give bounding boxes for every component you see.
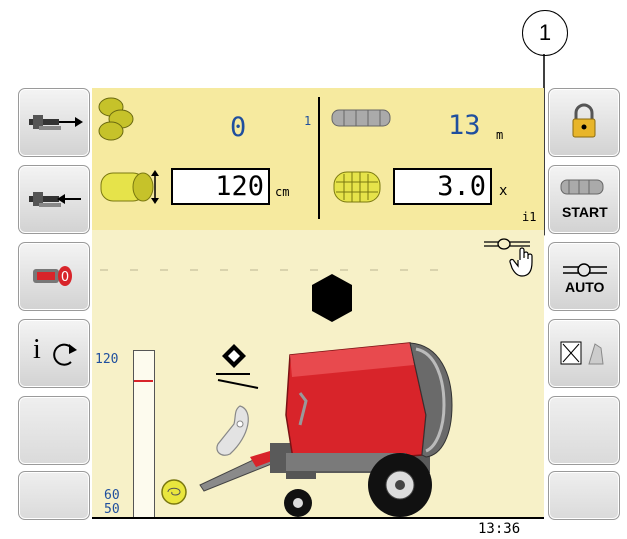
net-wrap-icon (333, 171, 381, 203)
reverse-button[interactable] (18, 165, 90, 234)
knot-icon (563, 263, 607, 277)
bale-count-icon (98, 97, 134, 141)
net-start-button[interactable]: START (548, 165, 620, 234)
refresh-icon (53, 343, 77, 366)
bale-start-icon (161, 479, 187, 505)
sensor-cancel-icon (560, 341, 604, 365)
left-empty-button-2[interactable] (18, 471, 90, 520)
right-empty-button-2[interactable] (548, 471, 620, 520)
net-wraps-unit: x (499, 183, 508, 199)
net-roll-status-icon (331, 109, 391, 127)
bale-diameter-input[interactable]: 120 (171, 168, 270, 205)
scale-marker (134, 380, 153, 382)
auto-label: AUTO (565, 279, 605, 295)
info-refresh-button[interactable]: i (18, 319, 90, 388)
counter-reset-icon: 0 (33, 266, 72, 286)
sensor-button[interactable] (548, 319, 620, 388)
forward-button[interactable] (18, 88, 90, 157)
scale-top-label: 120 (95, 352, 119, 367)
knotter-hand-icon[interactable] (480, 232, 544, 284)
right-empty-button-1[interactable] (548, 396, 620, 465)
round-baler-illustration (199, 342, 453, 517)
header-divider (318, 97, 320, 219)
lock-button[interactable] (548, 88, 620, 157)
dashed-guide (100, 269, 440, 271)
net-wraps-input[interactable]: 3.0 (393, 168, 492, 205)
left-empty-button-1[interactable] (18, 396, 90, 465)
bale-diameter-unit: cm (275, 185, 290, 199)
counter-reset-button[interactable]: 0 (18, 242, 90, 311)
bale-diameter-icon (100, 170, 159, 204)
counter-index: i1 (522, 210, 537, 224)
bale-count-superscript: 1 (304, 114, 312, 128)
start-label: START (562, 204, 608, 220)
clock: 13:36 (478, 521, 521, 537)
tractor-arrow-right-icon (29, 115, 83, 130)
net-length-unit: m (496, 128, 504, 142)
net-length-value: 13 (448, 110, 481, 141)
padlock-icon (572, 103, 596, 138)
bale-count-value: 0 (230, 112, 247, 143)
svg-text:0: 0 (61, 270, 69, 285)
knot-auto-button[interactable]: AUTO (548, 242, 620, 311)
net-roll-icon (560, 179, 604, 195)
stop-hexagon-icon (312, 274, 352, 322)
scale-bottom-label: 50 (104, 502, 120, 517)
tractor-arrow-left-icon (29, 192, 81, 207)
scale-low-label: 60 (104, 488, 120, 503)
bale-size-scale (133, 350, 155, 518)
